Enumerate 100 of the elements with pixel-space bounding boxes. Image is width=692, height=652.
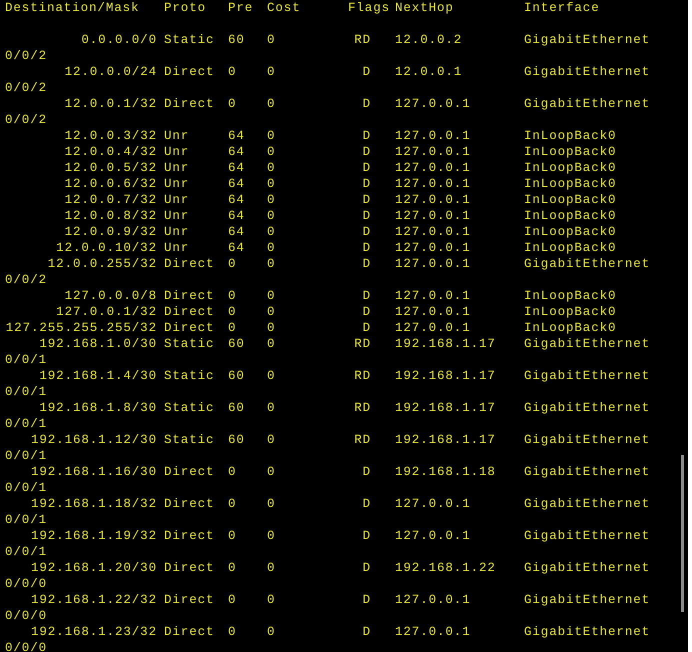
nexthop-cell: 192.168.1.17 <box>395 400 496 416</box>
cost-cell: 0 <box>267 240 276 256</box>
destination-cell: 12.0.0.6/32 <box>64 176 157 192</box>
pre-cell: 0 <box>228 288 236 304</box>
nexthop-cell: 127.0.0.1 <box>395 208 471 224</box>
interface-cell: 0/0/1 <box>5 416 48 432</box>
interface-cell: InLoopBack0 <box>524 208 616 224</box>
pre-cell: 60 <box>228 400 245 416</box>
destination-cell: 127.0.0.1/32 <box>56 304 157 320</box>
destination-cell: 192.168.1.20/30 <box>30 560 157 576</box>
interface-cell: InLoopBack0 <box>524 176 616 192</box>
destination-cell: 192.168.1.19/32 <box>30 528 157 544</box>
interface-cell: 0/0/2 <box>5 80 48 96</box>
flags-cell: D <box>362 304 371 320</box>
scrollbar[interactable] <box>681 455 684 612</box>
nexthop-cell: 127.0.0.1 <box>395 96 471 112</box>
pre-cell: 0 <box>228 304 236 320</box>
interface-cell: InLoopBack0 <box>524 288 616 304</box>
interface-cell: GigabitEthernet <box>524 432 650 448</box>
column-header: Interface <box>524 0 600 16</box>
destination-cell: 192.168.1.4/30 <box>39 368 157 384</box>
column-header: Cost <box>267 0 301 16</box>
destination-cell: 192.168.1.16/30 <box>30 464 157 480</box>
pre-cell: 0 <box>228 96 236 112</box>
interface-cell: GigabitEthernet <box>524 64 650 80</box>
cost-cell: 0 <box>267 432 276 448</box>
interface-cell: 0/0/0 <box>5 576 48 592</box>
proto-cell: Unr <box>164 192 190 208</box>
proto-cell: Direct <box>164 320 214 336</box>
pre-cell: 0 <box>228 320 236 336</box>
destination-cell: 127.255.255.255/32 <box>6 320 157 336</box>
nexthop-cell: 192.168.1.22 <box>395 560 496 576</box>
destination-cell: 12.0.0.255/32 <box>48 256 157 272</box>
flags-cell: D <box>362 208 371 224</box>
flags-cell: D <box>362 128 371 144</box>
pre-cell: 64 <box>228 192 245 208</box>
nexthop-cell: 127.0.0.1 <box>395 320 471 336</box>
flags-cell: D <box>362 592 371 608</box>
interface-cell: GigabitEthernet <box>524 464 650 480</box>
pre-cell: 64 <box>228 128 245 144</box>
interface-cell: 0/0/2 <box>5 272 48 288</box>
interface-cell: 0/0/1 <box>5 480 48 496</box>
proto-cell: Static <box>164 432 214 448</box>
cost-cell: 0 <box>267 368 276 384</box>
proto-cell: Direct <box>164 96 214 112</box>
destination-cell: 127.0.0.0/8 <box>64 288 157 304</box>
pre-cell: 64 <box>228 240 245 256</box>
interface-cell: 0/0/0 <box>5 640 48 652</box>
nexthop-cell: 127.0.0.1 <box>395 528 471 544</box>
cost-cell: 0 <box>267 560 276 576</box>
pre-cell: 0 <box>228 560 236 576</box>
column-header: Proto <box>164 0 206 16</box>
proto-cell: Direct <box>164 288 214 304</box>
destination-cell: 12.0.0.0/24 <box>64 64 157 80</box>
nexthop-cell: 192.168.1.17 <box>395 432 496 448</box>
interface-cell: InLoopBack0 <box>524 192 616 208</box>
destination-cell: 12.0.0.8/32 <box>64 208 157 224</box>
interface-cell: GigabitEthernet <box>524 256 650 272</box>
interface-cell: GigabitEthernet <box>524 560 650 576</box>
flags-cell: D <box>362 624 371 640</box>
interface-cell: InLoopBack0 <box>524 144 616 160</box>
proto-cell: Direct <box>164 592 214 608</box>
cost-cell: 0 <box>267 464 276 480</box>
interface-cell: InLoopBack0 <box>524 160 616 176</box>
flags-cell: RD <box>354 400 371 416</box>
nexthop-cell: 127.0.0.1 <box>395 240 471 256</box>
pre-cell: 60 <box>228 432 245 448</box>
destination-cell: 192.168.1.18/32 <box>30 496 157 512</box>
interface-cell: InLoopBack0 <box>524 240 616 256</box>
proto-cell: Static <box>164 400 214 416</box>
proto-cell: Unr <box>164 208 190 224</box>
cost-cell: 0 <box>267 144 276 160</box>
destination-cell: 0.0.0.0/0 <box>81 32 157 48</box>
pre-cell: 0 <box>228 624 236 640</box>
pre-cell: 0 <box>228 464 236 480</box>
proto-cell: Unr <box>164 176 190 192</box>
pre-cell: 60 <box>228 32 245 48</box>
flags-cell: RD <box>354 432 371 448</box>
interface-cell: GigabitEthernet <box>524 96 650 112</box>
cost-cell: 0 <box>267 160 276 176</box>
destination-cell: 192.168.1.22/32 <box>30 592 157 608</box>
cost-cell: 0 <box>267 32 276 48</box>
pre-cell: 0 <box>228 496 236 512</box>
flags-cell: D <box>362 560 371 576</box>
nexthop-cell: 127.0.0.1 <box>395 304 471 320</box>
interface-cell: GigabitEthernet <box>524 400 650 416</box>
nexthop-cell: 127.0.0.1 <box>395 288 471 304</box>
cost-cell: 0 <box>267 192 276 208</box>
interface-cell: InLoopBack0 <box>524 304 616 320</box>
nexthop-cell: 127.0.0.1 <box>395 160 471 176</box>
flags-cell: RD <box>354 368 371 384</box>
interface-cell: 0/0/1 <box>5 544 48 560</box>
pre-cell: 60 <box>228 336 245 352</box>
proto-cell: Direct <box>164 560 214 576</box>
destination-cell: 12.0.0.4/32 <box>64 144 157 160</box>
pre-cell: 64 <box>228 160 245 176</box>
proto-cell: Unr <box>164 224 190 240</box>
nexthop-cell: 127.0.0.1 <box>395 624 471 640</box>
interface-cell: 0/0/0 <box>5 608 48 624</box>
destination-cell: 12.0.0.3/32 <box>64 128 157 144</box>
